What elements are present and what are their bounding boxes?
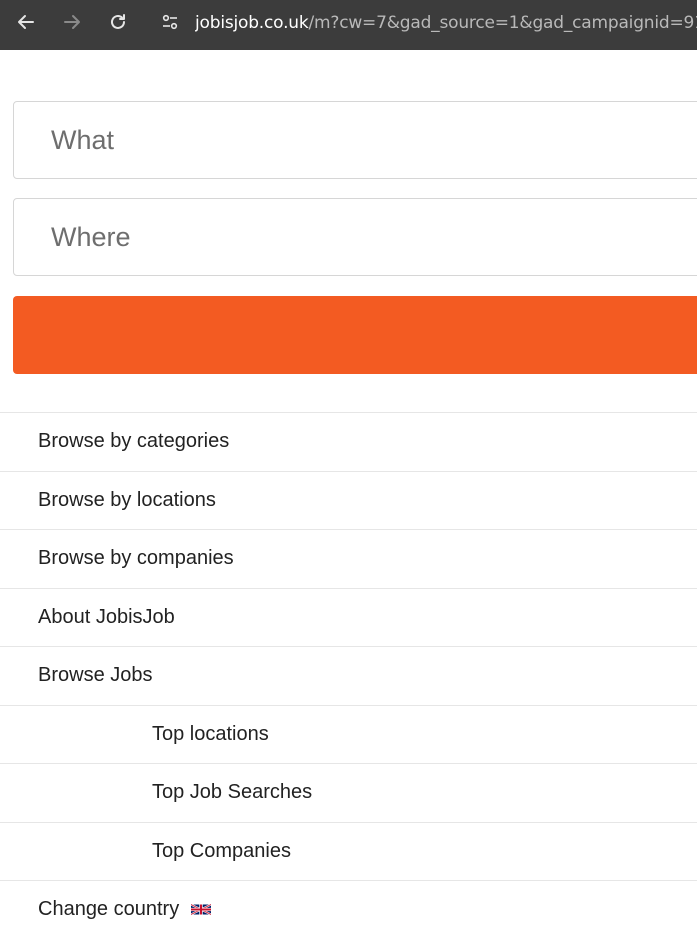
menu-item-top-companies[interactable]: Top Companies — [0, 821, 697, 881]
menu-item-top-job-searches[interactable]: Top Job Searches — [0, 763, 697, 822]
menu-item-browse-companies[interactable]: Browse by companies — [0, 529, 697, 588]
reload-icon — [111, 14, 125, 29]
browser-toolbar: jobisjob.co.uk/m?cw=7&gad_source=1&gad_c… — [0, 0, 697, 50]
menu-item-browse-locations[interactable]: Browse by locations — [0, 470, 697, 530]
menu-item-label: Top Companies — [152, 839, 291, 862]
address-bar[interactable]: jobisjob.co.uk/m?cw=7&gad_source=1&gad_c… — [195, 13, 697, 33]
menu-item-label: Change country — [38, 898, 180, 921]
where-field — [13, 198, 697, 276]
menu-item-label: Browse by companies — [38, 547, 234, 570]
menu-item-browse-categories[interactable]: Browse by categories — [0, 412, 697, 471]
nav-menu: Browse by categories Browse by locations… — [0, 412, 697, 939]
menu-item-label: Top Job Searches — [152, 781, 313, 804]
url-host: jobisjob.co.uk — [195, 13, 309, 33]
menu-item-browse-jobs[interactable]: Browse Jobs — [0, 646, 697, 705]
what-input[interactable] — [14, 102, 697, 178]
menu-item-label: About JobisJob — [38, 605, 175, 628]
url-path: /m?cw=7&gad_source=1&gad_campaignid=9117… — [308, 13, 697, 33]
menu-item-label: Browse Jobs — [38, 664, 153, 687]
back-button[interactable] — [14, 10, 38, 34]
what-field — [13, 101, 697, 179]
reload-button[interactable] — [106, 10, 130, 34]
menu-item-top-locations[interactable]: Top locations — [0, 704, 697, 764]
where-input[interactable] — [14, 199, 697, 275]
menu-item-change-country[interactable]: Change country — [0, 880, 697, 939]
menu-item-label: Top locations — [152, 722, 269, 745]
menu-item-about[interactable]: About JobisJob — [0, 587, 697, 647]
arrow-left-icon — [18, 15, 34, 29]
tune-icon — [162, 14, 178, 30]
arrow-right-icon — [64, 15, 80, 29]
uk-flag-icon — [191, 903, 212, 916]
forward-button[interactable] — [60, 10, 84, 34]
menu-item-label: Browse by locations — [38, 488, 216, 511]
site-info-button[interactable] — [160, 12, 180, 32]
menu-item-label: Browse by categories — [38, 430, 230, 453]
search-button[interactable] — [13, 296, 697, 374]
